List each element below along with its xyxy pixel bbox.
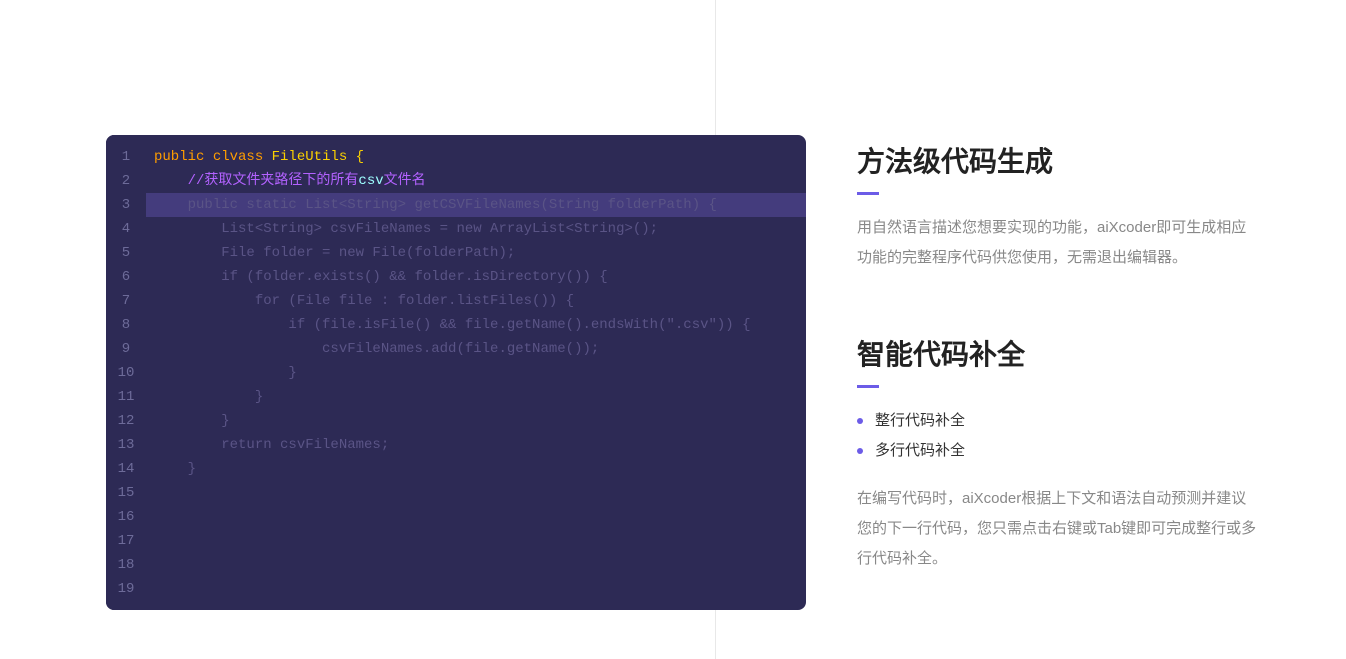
line-number: 12 bbox=[106, 409, 146, 433]
list-item: 整行代码补全 bbox=[857, 406, 1257, 436]
section-title: 方法级代码生成 bbox=[857, 140, 1257, 180]
line-number: 5 bbox=[106, 241, 146, 265]
code-line-suggestion: for (File file : folder.listFiles()) { bbox=[154, 289, 806, 313]
code-editor[interactable]: 1 2 3 4 5 6 7 8 9 10 11 12 13 14 15 16 1… bbox=[106, 135, 806, 610]
line-number: 16 bbox=[106, 505, 146, 529]
section-title: 智能代码补全 bbox=[857, 333, 1257, 373]
title-underline bbox=[857, 385, 879, 388]
line-number: 2 bbox=[106, 169, 146, 193]
line-number: 10 bbox=[106, 361, 146, 385]
section-description: 在编写代码时，aiXcoder根据上下文和语法自动预测并建议您的下一行代码，您只… bbox=[857, 484, 1257, 574]
line-number: 15 bbox=[106, 481, 146, 505]
title-underline bbox=[857, 192, 879, 195]
line-number: 7 bbox=[106, 289, 146, 313]
code-line: //获取文件夹路径下的所有csv文件名 bbox=[154, 169, 806, 193]
code-line-suggestion: if (folder.exists() && folder.isDirector… bbox=[154, 265, 806, 289]
feature-section: 方法级代码生成 用自然语言描述您想要实现的功能，aiXcoder即可生成相应功能… bbox=[857, 140, 1257, 273]
list-item: 多行代码补全 bbox=[857, 436, 1257, 466]
line-number: 19 bbox=[106, 577, 146, 601]
line-number: 8 bbox=[106, 313, 146, 337]
code-line-suggestion: } bbox=[154, 409, 806, 433]
line-number: 17 bbox=[106, 529, 146, 553]
feature-section: 智能代码补全 整行代码补全 多行代码补全 在编写代码时，aiXcoder根据上下… bbox=[857, 333, 1257, 574]
section-description: 用自然语言描述您想要实现的功能，aiXcoder即可生成相应功能的完整程序代码供… bbox=[857, 213, 1257, 273]
code-line-suggestion: return csvFileNames; bbox=[154, 433, 806, 457]
line-number: 1 bbox=[106, 145, 146, 169]
line-number: 11 bbox=[106, 385, 146, 409]
code-area[interactable]: public clvass FileUtils { //获取文件夹路径下的所有c… bbox=[146, 135, 806, 610]
feature-bullets: 整行代码补全 多行代码补全 bbox=[857, 406, 1257, 466]
code-line: public clvass FileUtils { bbox=[154, 145, 806, 169]
line-number: 13 bbox=[106, 433, 146, 457]
code-line-suggestion: public static List<String> getCSVFileNam… bbox=[154, 193, 806, 217]
line-number: 6 bbox=[106, 265, 146, 289]
code-line-suggestion: List<String> csvFileNames = new ArrayLis… bbox=[154, 217, 806, 241]
line-number: 14 bbox=[106, 457, 146, 481]
line-number-gutter: 1 2 3 4 5 6 7 8 9 10 11 12 13 14 15 16 1… bbox=[106, 135, 146, 610]
code-line-suggestion: csvFileNames.add(file.getName()); bbox=[154, 337, 806, 361]
code-line-suggestion: } bbox=[154, 361, 806, 385]
code-line-suggestion: if (file.isFile() && file.getName().ends… bbox=[154, 313, 806, 337]
line-number: 3 bbox=[106, 193, 146, 217]
line-number: 4 bbox=[106, 217, 146, 241]
line-number: 9 bbox=[106, 337, 146, 361]
code-line-suggestion: } bbox=[154, 457, 806, 481]
code-line-suggestion: File folder = new File(folderPath); bbox=[154, 241, 806, 265]
feature-panel: 方法级代码生成 用自然语言描述您想要实现的功能，aiXcoder即可生成相应功能… bbox=[857, 140, 1257, 574]
line-number: 18 bbox=[106, 553, 146, 577]
code-line-suggestion: } bbox=[154, 385, 806, 409]
